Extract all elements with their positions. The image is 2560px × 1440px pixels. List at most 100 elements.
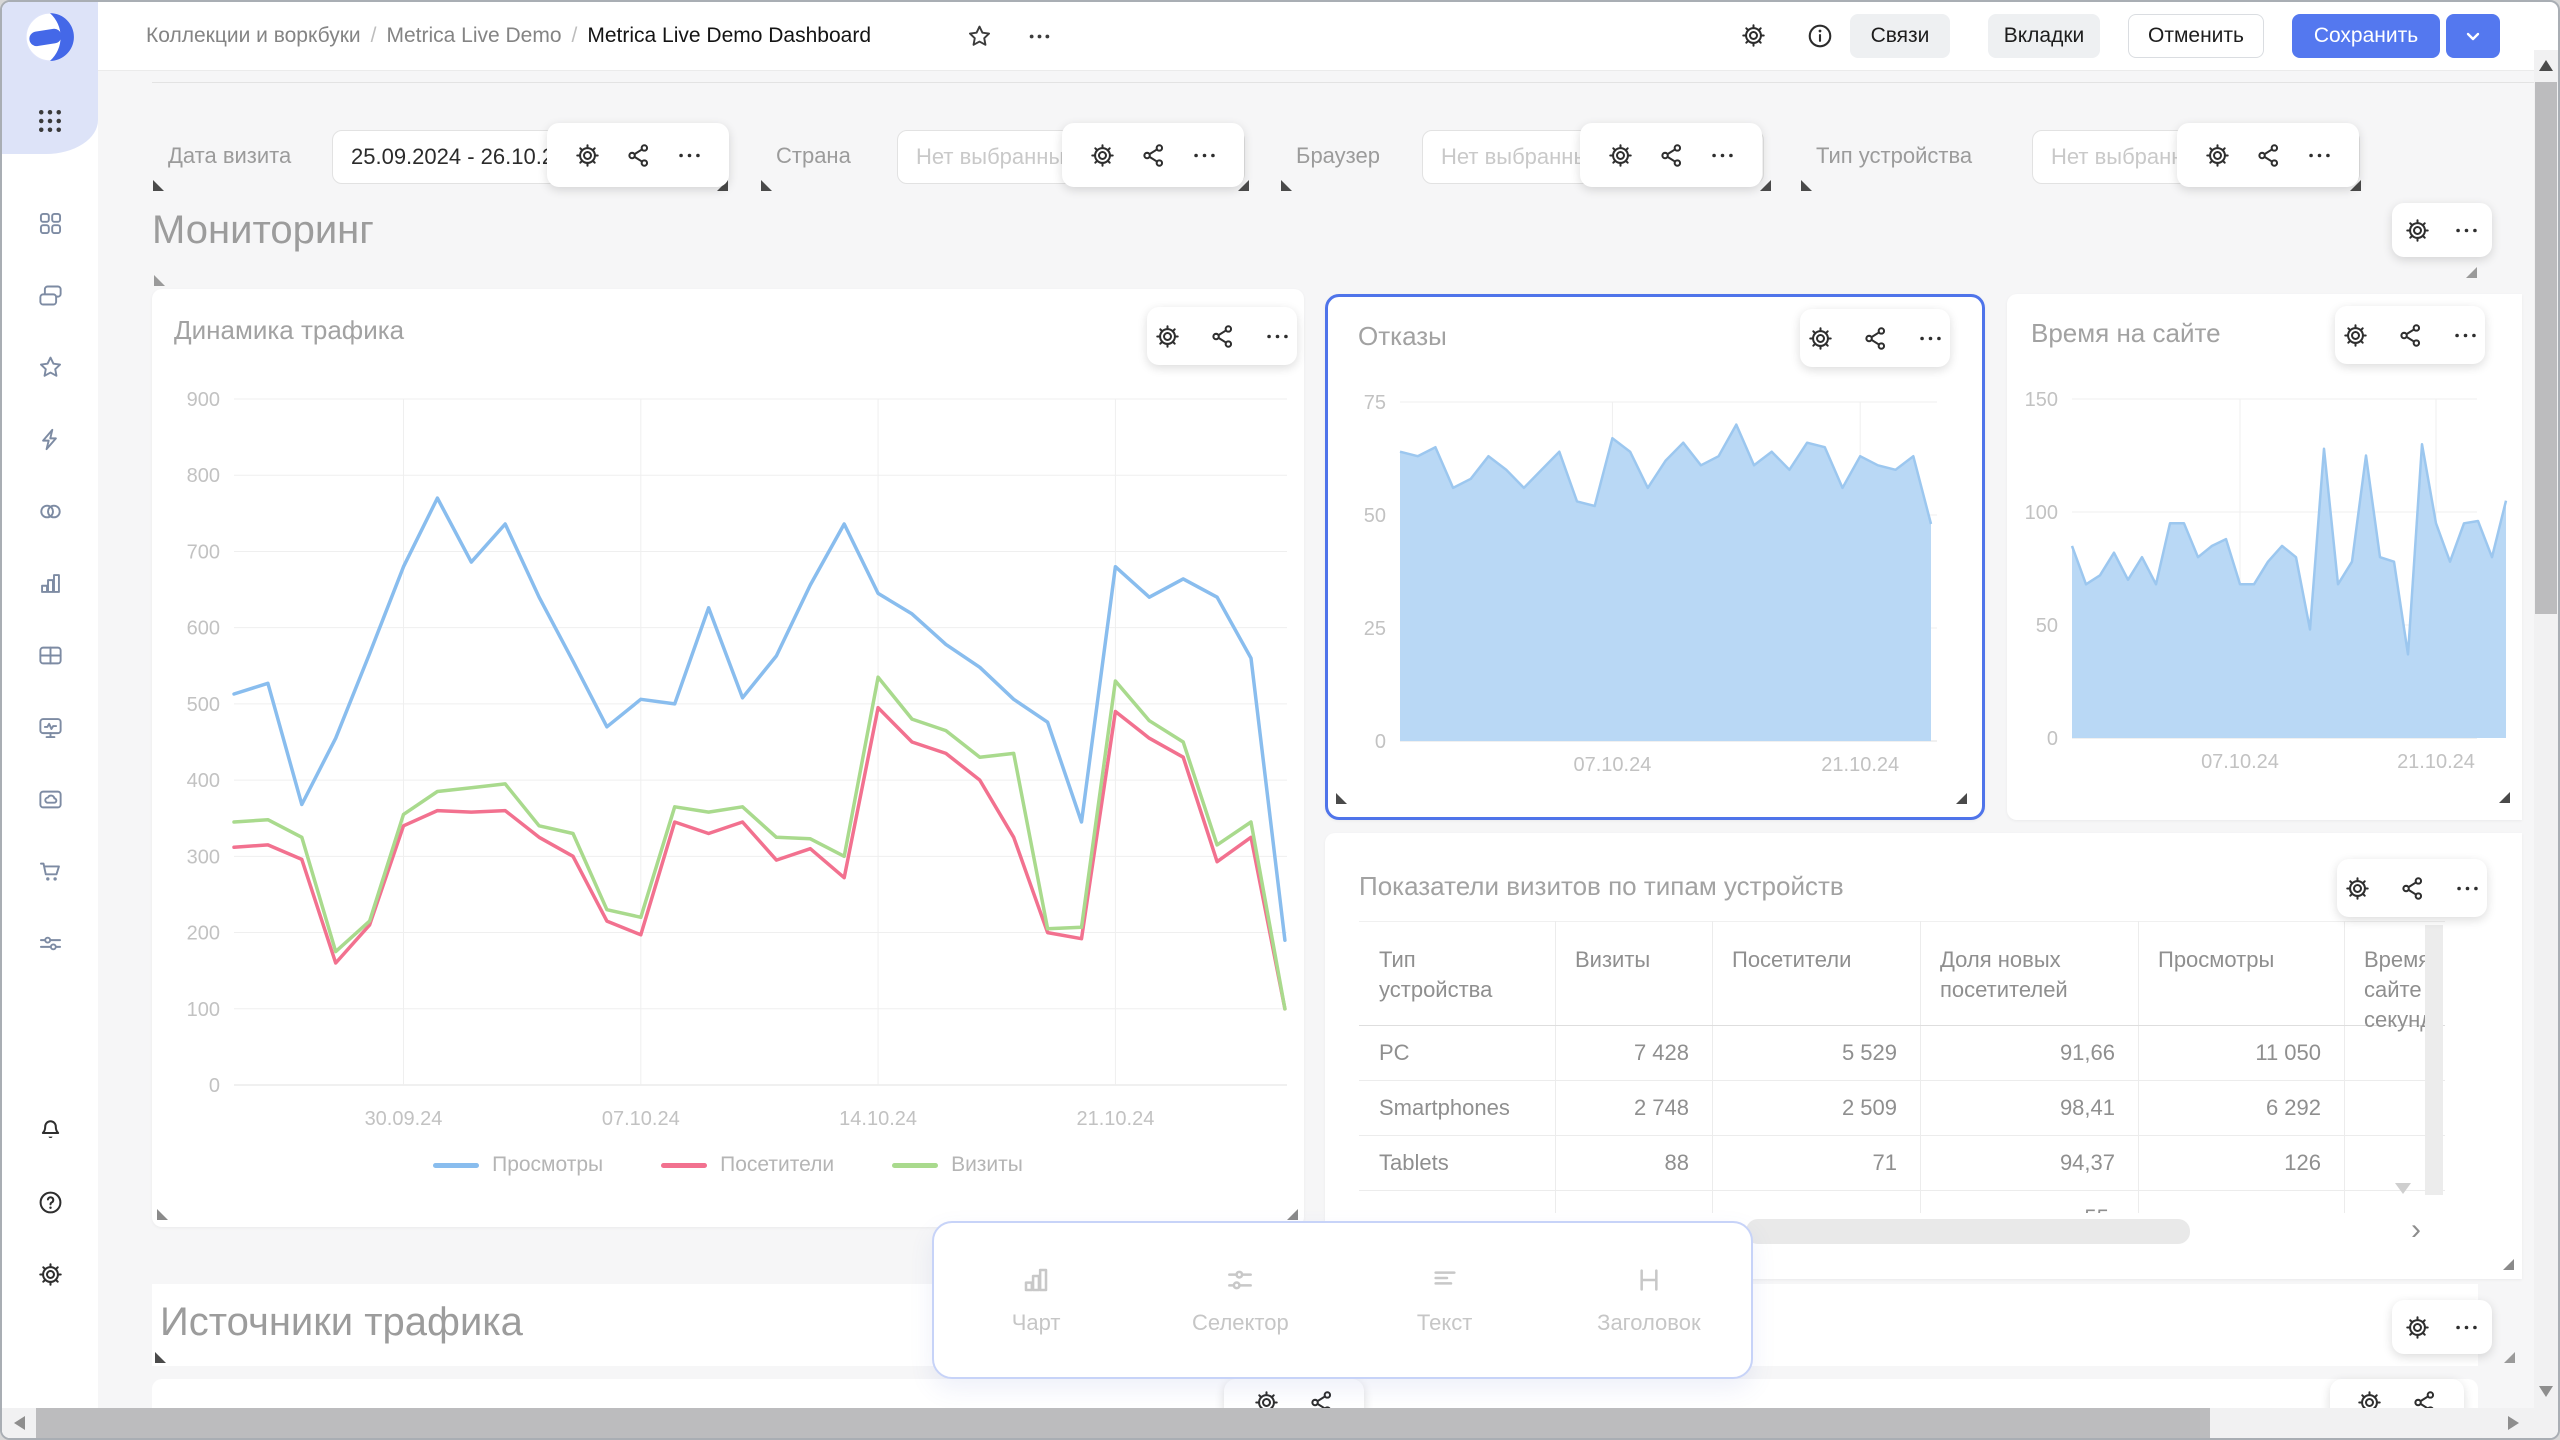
resize-handle[interactable] [1336,793,1347,804]
sidebar-item-cart-icon[interactable] [37,858,64,885]
resize-handle[interactable] [2499,792,2510,803]
legend-swatch [661,1163,707,1168]
sidebar-help-icon[interactable] [37,1189,64,1216]
chart-card-bounce-selected[interactable]: Отказы 755025007.10.2421.10.24 [1325,294,1985,820]
toolbar-add-chart[interactable]: Чарт [934,1223,1138,1377]
resize-handle[interactable] [2466,267,2477,278]
gear-icon[interactable] [2344,875,2371,902]
sidebar-item-folders-icon[interactable] [37,282,64,309]
resize-handle[interactable] [1281,180,1292,191]
gear-icon[interactable] [1740,22,1767,49]
resize-handle[interactable] [1287,1209,1298,1220]
datalens-logo[interactable] [24,11,76,63]
legend-item[interactable]: Визиты [892,1153,1023,1177]
sidebar-bell-icon[interactable] [37,1117,64,1144]
ellipsis-icon[interactable] [2453,1314,2480,1341]
widget-menu [2335,306,2485,364]
ellipsis-icon[interactable] [2306,142,2333,169]
sidebar-gear-icon[interactable] [37,1261,64,1288]
table-scroll-right-arrow[interactable]: › [2411,1213,2421,1247]
breadcrumb-item[interactable]: Metrica Live Demo [386,24,561,48]
table-card-devices[interactable]: Показатели визитов по типам устройств Ти… [1325,833,2522,1279]
gear-icon[interactable] [1089,142,1116,169]
table-vertical-scrollbar[interactable] [2425,925,2443,1195]
ellipsis-icon[interactable] [2452,322,2479,349]
chart-card-time-on-site[interactable]: Время на сайте 15010050007.10.2421.10.24 [2007,294,2522,820]
cancel-button[interactable]: Отменить [2128,14,2264,58]
resize-handle[interactable] [2504,1352,2515,1363]
sidebar-item-star-icon[interactable] [37,354,64,381]
ellipsis-icon[interactable] [2454,875,2481,902]
ellipsis-icon[interactable] [1264,323,1291,350]
resize-handle[interactable] [1801,180,1812,191]
share-icon[interactable] [1862,325,1889,352]
table-header-cell[interactable]: Визиты [1575,945,1650,975]
legend-item[interactable]: Посетители [661,1153,834,1177]
share-icon[interactable] [2397,322,2424,349]
star-icon[interactable] [966,23,993,50]
resize-handle[interactable] [2503,1259,2514,1270]
legend-item[interactable]: Просмотры [433,1153,603,1177]
toolbar-add-heading[interactable]: Заголовок [1547,1223,1751,1377]
chart-card-traffic[interactable]: Динамика трафика 90080070060050040030020… [152,289,1304,1227]
ellipsis-icon[interactable] [1191,142,1218,169]
resize-handle[interactable] [1956,793,1967,804]
sidebar-item-bar-chart-icon[interactable] [37,570,64,597]
sidebar-item-monitor-icon[interactable] [37,714,64,741]
toolbar-add-selector[interactable]: Селектор [1138,1223,1342,1377]
sidebar-item-grid-icon[interactable] [37,210,64,237]
horizontal-scroll-thumb[interactable] [36,1408,2210,1438]
gear-icon[interactable] [2204,142,2231,169]
share-icon[interactable] [625,142,652,169]
save-button[interactable]: Сохранить [2292,14,2440,58]
resize-handle[interactable] [153,180,164,191]
breadcrumb-item[interactable]: Коллекции и воркбуки [146,24,361,48]
share-icon[interactable] [1140,142,1167,169]
scroll-up-arrow[interactable] [2539,60,2553,71]
scroll-left-arrow[interactable] [14,1416,25,1430]
resize-handle[interactable] [1760,180,1771,191]
more-menu-icon[interactable] [1026,23,1053,50]
gear-icon[interactable] [1807,325,1834,352]
resize-handle[interactable] [761,180,772,191]
gear-icon[interactable] [2342,322,2369,349]
resize-handle[interactable] [157,1209,168,1220]
sidebar-item-sliders-icon[interactable] [37,930,64,957]
links-button[interactable]: Связи [1850,14,1950,58]
sidebar-item-table-icon[interactable] [37,642,64,669]
share-icon[interactable] [2399,875,2426,902]
table-horizontal-scrollbar[interactable] [1746,1219,2190,1244]
horizontal-scrollbar[interactable] [2,1408,2534,1438]
table-header-cell[interactable]: Доля новыхпосетителей [1940,945,2068,1005]
table-scroll-down-icon[interactable] [2395,1183,2411,1194]
vertical-scroll-thumb[interactable] [2535,82,2557,614]
vertical-scrollbar[interactable] [2534,50,2558,1438]
info-icon[interactable] [1806,22,1834,50]
scroll-down-arrow[interactable] [2539,1386,2553,1397]
sidebar-item-folder-cloud-icon[interactable] [37,786,64,813]
ellipsis-icon[interactable] [676,142,703,169]
gear-icon[interactable] [574,142,601,169]
ellipsis-icon[interactable] [1917,325,1944,352]
tabs-button[interactable]: Вкладки [1988,14,2100,58]
toolbar-add-text[interactable]: Текст [1343,1223,1547,1377]
gear-icon[interactable] [2404,217,2431,244]
share-icon[interactable] [2255,142,2282,169]
table-header-cell[interactable]: Просмотры [2158,945,2274,975]
sidebar-item-rings-icon[interactable] [37,498,64,525]
save-dropdown-button[interactable] [2446,14,2500,58]
gear-icon[interactable] [2404,1314,2431,1341]
resize-handle[interactable] [155,1352,166,1363]
gear-icon[interactable] [1154,323,1181,350]
ellipsis-icon[interactable] [2453,217,2480,244]
gear-icon[interactable] [1607,142,1634,169]
resize-handle[interactable] [154,275,165,286]
scroll-right-arrow[interactable] [2508,1416,2519,1430]
share-icon[interactable] [1658,142,1685,169]
table-header-cell[interactable]: Посетители [1732,945,1851,975]
sidebar-item-lightning-icon[interactable] [37,426,64,453]
ellipsis-icon[interactable] [1709,142,1736,169]
apps-grid-icon[interactable] [35,106,65,136]
share-icon[interactable] [1209,323,1236,350]
table-header-cell[interactable]: Типустройства [1379,945,1492,1005]
